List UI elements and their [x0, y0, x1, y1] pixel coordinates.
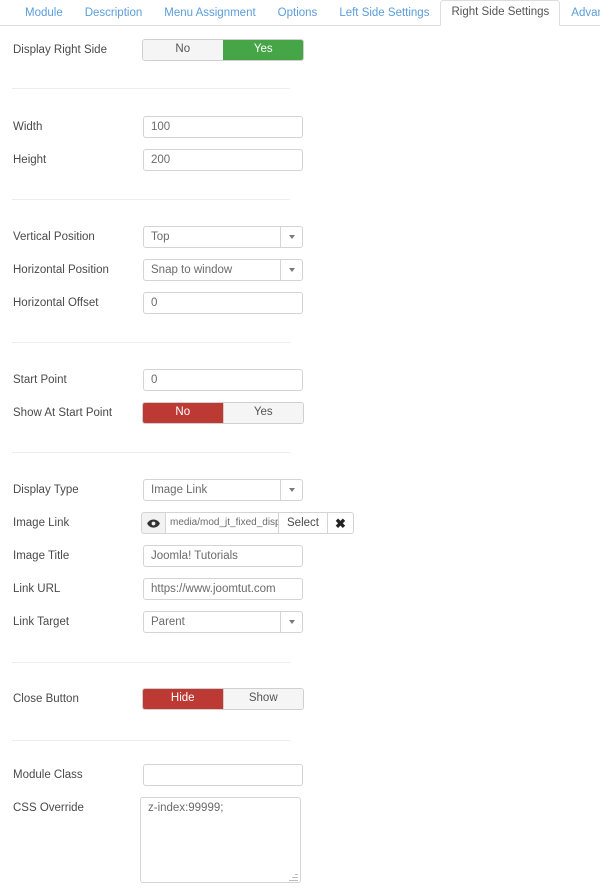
- tab-options[interactable]: Options: [267, 1, 329, 27]
- vertical-position-value: Top: [151, 231, 170, 243]
- toggle-option-no[interactable]: No: [143, 40, 223, 60]
- display-type-select[interactable]: Image Link: [143, 479, 303, 501]
- label-module-class: Module Class: [13, 769, 83, 781]
- css-override-textarea[interactable]: [140, 797, 301, 883]
- width-input[interactable]: [143, 116, 303, 138]
- label-vertical-position: Vertical Position: [13, 231, 95, 243]
- control-width: [143, 116, 303, 138]
- control-image-link: media/mod_jt_fixed_display Select ✖: [141, 512, 354, 534]
- horizontal-offset-input[interactable]: [143, 292, 303, 314]
- toggle-option-hide[interactable]: Hide: [143, 689, 223, 709]
- toggle-display-right-side[interactable]: No Yes: [142, 39, 304, 61]
- tab-description[interactable]: Description: [74, 1, 154, 27]
- control-close-button: Hide Show: [142, 688, 304, 710]
- chevron-down-icon[interactable]: [280, 612, 302, 632]
- chevron-down-icon[interactable]: [280, 480, 302, 500]
- tab-right-side-settings[interactable]: Right Side Settings: [440, 0, 561, 26]
- label-display-type: Display Type: [13, 484, 79, 496]
- image-link-path-input[interactable]: media/mod_jt_fixed_display: [165, 512, 279, 534]
- label-image-title: Image Title: [13, 550, 70, 562]
- control-display-type: Image Link: [143, 479, 303, 501]
- height-input[interactable]: [143, 149, 303, 171]
- control-module-class: [143, 764, 303, 786]
- tab-menu-assignment[interactable]: Menu Assignment: [153, 1, 266, 27]
- horizontal-position-value: Snap to window: [151, 264, 233, 276]
- tab-advanced[interactable]: Advanced: [560, 1, 600, 27]
- label-horizontal-position: Horizontal Position: [13, 264, 109, 276]
- field-row-height: Height: [0, 149, 600, 171]
- field-row-start-point: Start Point: [0, 369, 600, 391]
- field-row-width: Width: [0, 116, 600, 138]
- chevron-down-icon[interactable]: [280, 227, 302, 247]
- field-row-horizontal-offset: Horizontal Offset: [0, 292, 600, 314]
- control-display-right-side: No Yes: [142, 39, 304, 61]
- field-row-horizontal-position: Horizontal Position Snap to window: [0, 259, 600, 281]
- image-link-clear-button[interactable]: ✖: [327, 512, 354, 534]
- field-row-css-override: CSS Override: [0, 797, 600, 887]
- control-image-title: [143, 545, 303, 567]
- field-row-module-class: Module Class: [0, 764, 600, 786]
- separator-1: [12, 88, 290, 89]
- tab-left-side-settings[interactable]: Left Side Settings: [328, 1, 440, 27]
- chevron-down-icon[interactable]: [280, 260, 302, 280]
- control-css-override: [140, 797, 301, 888]
- tab-bar: Module Description Menu Assignment Optio…: [0, 0, 600, 26]
- field-row-link-url: Link URL: [0, 578, 600, 600]
- label-height: Height: [13, 154, 47, 166]
- toggle-option-yes[interactable]: Yes: [222, 403, 303, 423]
- image-title-input[interactable]: [143, 545, 303, 567]
- settings-panel: Module Description Menu Assignment Optio…: [0, 0, 600, 891]
- label-show-at-start-point: Show At Start Point: [13, 407, 113, 419]
- field-row-show-at-start-point: Show At Start Point No Yes: [0, 402, 600, 424]
- label-display-right-side: Display Right Side: [13, 44, 107, 56]
- display-type-value: Image Link: [151, 484, 208, 496]
- toggle-option-show[interactable]: Show: [222, 689, 303, 709]
- toggle-option-yes[interactable]: Yes: [222, 40, 303, 60]
- link-url-input[interactable]: [143, 578, 303, 600]
- close-icon: ✖: [334, 515, 346, 531]
- field-row-image-title: Image Title: [0, 545, 600, 567]
- label-image-link: Image Link: [13, 517, 70, 529]
- control-horizontal-offset: [143, 292, 303, 314]
- control-link-target: Parent: [143, 611, 303, 633]
- separator-2: [12, 199, 290, 200]
- label-width: Width: [13, 121, 43, 133]
- label-start-point: Start Point: [13, 374, 67, 386]
- link-target-select[interactable]: Parent: [143, 611, 303, 633]
- control-height: [143, 149, 303, 171]
- field-row-display-right-side: Display Right Side No Yes: [0, 39, 600, 61]
- toggle-option-no[interactable]: No: [143, 403, 223, 423]
- toggle-show-at-start-point[interactable]: No Yes: [142, 402, 304, 424]
- separator-3: [12, 342, 290, 343]
- field-row-vertical-position: Vertical Position Top: [0, 226, 600, 248]
- field-row-image-link: Image Link media/mod_jt_fixed_display Se…: [0, 512, 600, 534]
- label-link-target: Link Target: [13, 616, 70, 628]
- separator-4: [12, 452, 290, 453]
- separator-6: [12, 740, 290, 741]
- label-close-button: Close Button: [13, 693, 79, 705]
- control-link-url: [143, 578, 303, 600]
- field-row-close-button: Close Button Hide Show: [0, 688, 600, 710]
- label-link-url: Link URL: [13, 583, 61, 595]
- label-css-override: CSS Override: [13, 802, 84, 814]
- tab-module[interactable]: Module: [14, 1, 74, 27]
- image-link-select-button[interactable]: Select: [279, 512, 328, 534]
- control-show-at-start-point: No Yes: [142, 402, 304, 424]
- separator-5: [12, 662, 290, 663]
- image-link-input-group: media/mod_jt_fixed_display Select ✖: [141, 512, 354, 534]
- field-row-display-type: Display Type Image Link: [0, 479, 600, 501]
- link-target-value: Parent: [151, 616, 185, 628]
- horizontal-position-select[interactable]: Snap to window: [143, 259, 303, 281]
- control-horizontal-position: Snap to window: [143, 259, 303, 281]
- field-row-link-target: Link Target Parent: [0, 611, 600, 633]
- module-class-input[interactable]: [143, 764, 303, 786]
- vertical-position-select[interactable]: Top: [143, 226, 303, 248]
- start-point-input[interactable]: [143, 369, 303, 391]
- control-vertical-position: Top: [143, 226, 303, 248]
- eye-icon[interactable]: [141, 512, 165, 534]
- control-start-point: [143, 369, 303, 391]
- toggle-close-button[interactable]: Hide Show: [142, 688, 304, 710]
- label-horizontal-offset: Horizontal Offset: [13, 297, 99, 309]
